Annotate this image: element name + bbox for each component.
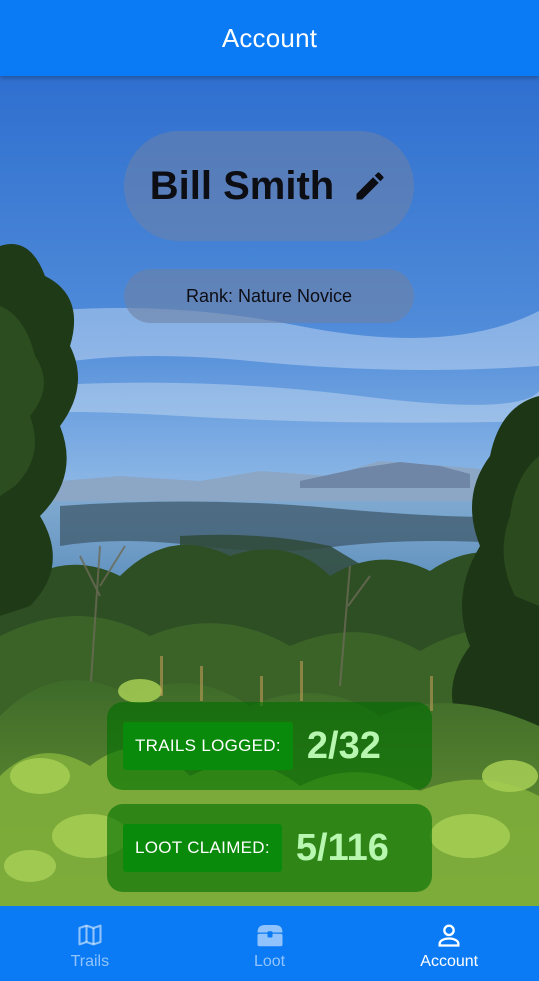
profile-name-card: Bill Smith: [124, 131, 414, 241]
tab-account-label: Account: [420, 953, 479, 970]
rank-label: Rank: Nature Novice: [185, 285, 353, 306]
tab-trails-label: Trails: [70, 953, 110, 970]
person-icon: [434, 920, 464, 950]
bottom-nav: Trails Loot Account: [0, 906, 539, 981]
pencil-icon[interactable]: [352, 168, 388, 204]
tab-account[interactable]: Account: [359, 906, 539, 981]
page-title: Account: [221, 22, 318, 53]
app-header: Account: [0, 0, 539, 76]
trails-logged-card: TRAILS LOGGED: 2/32: [107, 702, 432, 790]
map-icon: [75, 920, 105, 950]
treasure-chest-icon: [255, 920, 285, 950]
loot-claimed-card: LOOT CLAIMED: 5/116: [107, 804, 432, 892]
account-screen: Account Bill Smith Rank: Nature Novice T…: [0, 0, 539, 981]
loot-claimed-label: LOOT CLAIMED:: [123, 824, 282, 872]
tab-loot[interactable]: Loot: [180, 906, 360, 981]
user-name: Bill Smith: [149, 163, 335, 208]
trails-logged-label: TRAILS LOGGED:: [123, 722, 293, 770]
tab-loot-label: Loot: [253, 953, 286, 970]
rank-badge: Rank: Nature Novice: [124, 269, 414, 323]
tab-trails[interactable]: Trails: [0, 906, 180, 981]
trails-logged-value: 2/32: [306, 724, 381, 767]
loot-claimed-value: 5/116: [295, 826, 389, 869]
